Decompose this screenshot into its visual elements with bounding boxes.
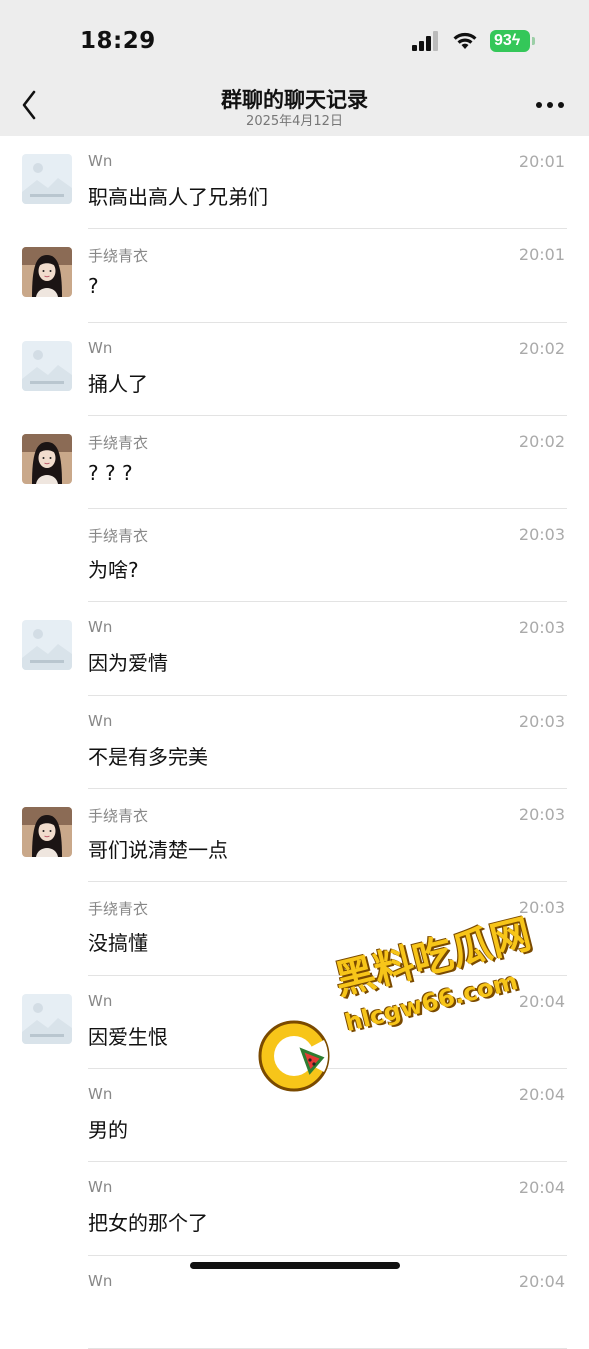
sender-name: 手绕青衣 [88, 807, 149, 826]
message-text: 哥们说清楚一点 [88, 838, 228, 863]
charging-icon: ϟ [511, 32, 521, 49]
message-row[interactable]: Wn 20:02 捅人了 [0, 323, 589, 416]
message-row[interactable]: Wn 20:04 男的 [0, 1069, 589, 1163]
message-time: 20:01 [518, 152, 565, 171]
message-text: 捅人了 [88, 371, 148, 396]
avatar[interactable] [22, 620, 72, 671]
sender-name: Wn [88, 711, 113, 730]
message-text: 为啥? [88, 558, 139, 583]
message-row[interactable]: 手绕青衣 20:03 为啥? [0, 509, 589, 603]
sender-name: 手绕青衣 [88, 527, 149, 546]
sender-name: Wn [88, 1178, 113, 1197]
top-bar: 18:29 93ϟ 群聊的聊天记录 2025年4月12日 [0, 0, 589, 136]
message-text: 因为爱情 [88, 651, 168, 676]
message-row[interactable]: Wn 20:04 把女的那个了 [0, 1162, 589, 1256]
message-time: 20:02 [518, 338, 565, 358]
message-text: ? [88, 274, 99, 299]
sender-name: Wn [88, 1271, 113, 1290]
message-row[interactable]: Wn 20:03 因为爱情 [0, 602, 589, 696]
message-time: 20:03 [518, 898, 565, 918]
message-row[interactable]: 手绕青衣 20:03 没搞懂 [0, 882, 589, 976]
message-time: 20:04 [518, 1271, 565, 1291]
sender-name: 手绕青衣 [88, 247, 149, 266]
message-row[interactable]: Wn 20:04 [0, 1256, 589, 1349]
message-time: 20:03 [518, 525, 565, 545]
sender-name: 手绕青衣 [88, 900, 149, 919]
message-text: ? ? ? [88, 460, 133, 485]
message-time: 20:02 [518, 431, 565, 451]
wifi-icon [453, 32, 477, 49]
page-subtitle: 2025年4月12日 [246, 114, 343, 129]
message-row[interactable]: Wn 20:03 不是有多完美 [0, 696, 589, 790]
message-time: 20:03 [518, 805, 565, 825]
message-row[interactable]: 手绕青衣 20:03 哥们说清楚一点 [0, 789, 589, 883]
battery-indicator: 93ϟ [490, 30, 535, 52]
message-text: 没搞懂 [88, 931, 148, 956]
message-time: 20:04 [518, 991, 565, 1011]
message-text: 因爱生恨 [88, 1024, 168, 1049]
message-text: 职高出高人了兄弟们 [88, 185, 268, 209]
message-text: 男的 [88, 1117, 128, 1142]
avatar[interactable] [22, 433, 72, 484]
sender-name: Wn [88, 338, 113, 357]
more-options-icon[interactable] [535, 100, 565, 110]
message-time: 20:01 [518, 245, 565, 265]
avatar[interactable] [22, 340, 72, 391]
avatar[interactable] [22, 247, 72, 298]
signal-icon [412, 31, 438, 51]
message-text: 把女的那个了 [88, 1211, 208, 1236]
message-time: 20:04 [518, 1178, 565, 1198]
status-time: 18:29 [80, 28, 156, 54]
avatar[interactable] [22, 807, 72, 858]
home-indicator[interactable] [190, 1262, 400, 1269]
sender-name: 手绕青衣 [88, 433, 149, 452]
message-time: 20:03 [518, 711, 565, 731]
battery-level: 93 [494, 32, 512, 49]
sender-name: Wn [88, 1084, 113, 1103]
message-time: 20:03 [518, 618, 565, 638]
message-row[interactable]: Wn 20:01 职高出高人了兄弟们 [0, 136, 589, 230]
message-row[interactable]: 手绕青衣 20:02 ? ? ? [0, 416, 589, 510]
message-row[interactable]: Wn 20:04 因爱生恨 [0, 976, 589, 1069]
message-list: Wn 20:01 职高出高人了兄弟们 手绕青衣 20:01? Wn 20:02 捅人了 手绕青衣… [0, 136, 589, 1349]
message-time: 20:04 [518, 1084, 565, 1104]
message-row[interactable]: 手绕青衣 20:01? [0, 229, 589, 323]
sender-name: Wn [88, 618, 113, 637]
avatar[interactable] [22, 154, 72, 204]
sender-name: Wn [88, 991, 113, 1010]
avatar[interactable] [22, 993, 72, 1044]
message-text: 不是有多完美 [88, 744, 208, 769]
status-icons: 93ϟ [412, 30, 535, 52]
sender-name: Wn [88, 152, 113, 170]
